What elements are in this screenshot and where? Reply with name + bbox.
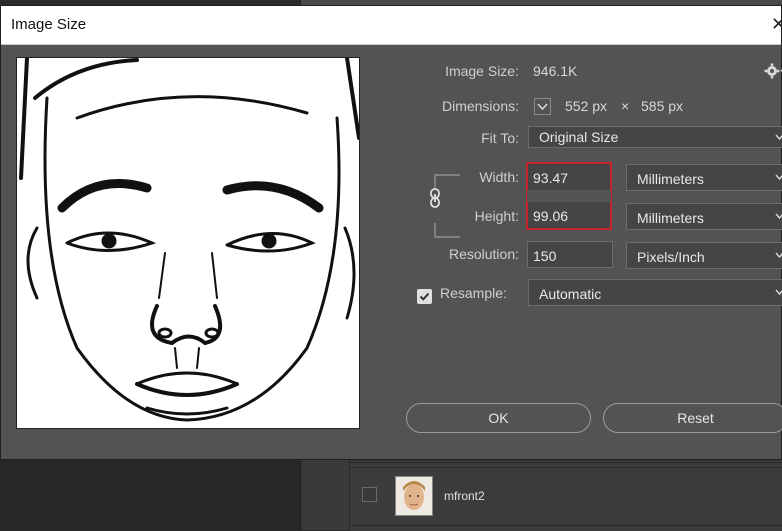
resolution-input[interactable]: 150 <box>527 241 613 268</box>
fit-to-label: Fit To: <box>481 130 519 146</box>
fit-to-select[interactable]: Original Size <box>528 126 782 148</box>
dimensions-times: × <box>621 98 630 114</box>
height-unit-select[interactable]: Millimeters <box>626 203 782 230</box>
link-icon[interactable] <box>427 187 443 209</box>
chevron-down-icon <box>775 252 782 259</box>
image-size-dialog: Image Size ✕ Image Size: 946.1K Dimensio… <box>0 5 782 460</box>
chevron-down-icon <box>775 174 782 181</box>
resolution-value: 150 <box>533 248 557 264</box>
resample-value: Automatic <box>539 286 602 302</box>
resample-label: Resample: <box>440 285 507 301</box>
width-unit-value: Millimeters <box>637 171 704 187</box>
width-unit-select[interactable]: Millimeters <box>626 164 782 191</box>
gear-icon[interactable] <box>764 63 782 79</box>
image-size-value: 946.1K <box>533 63 578 79</box>
dimensions-width: 552 px <box>565 98 608 114</box>
resample-checkbox[interactable] <box>417 289 432 304</box>
dialog-title: Image Size <box>11 16 87 33</box>
chevron-down-icon <box>775 289 782 296</box>
layer-visibility-toggle[interactable] <box>362 487 377 502</box>
reset-button[interactable]: Reset <box>603 403 782 433</box>
dimensions-label: Dimensions: <box>441 98 519 114</box>
width-input[interactable]: 93.47 <box>527 163 611 190</box>
checkmark-icon <box>419 292 430 301</box>
layer-thumbnail <box>395 476 433 516</box>
height-input[interactable]: 99.06 <box>527 202 611 229</box>
resolution-unit-select[interactable]: Pixels/Inch <box>626 242 782 269</box>
dimensions-height: 585 px <box>641 98 684 114</box>
resolution-label: Resolution: <box>448 246 519 262</box>
close-icon[interactable]: ✕ <box>771 14 782 35</box>
height-label: Height: <box>474 208 519 224</box>
resample-select[interactable]: Automatic <box>528 279 782 306</box>
width-label: Width: <box>479 169 519 185</box>
chevron-down-icon <box>775 213 782 220</box>
canvas-area <box>0 458 300 530</box>
height-unit-value: Millimeters <box>637 210 704 226</box>
layer-row[interactable] <box>350 525 782 531</box>
layer-name: mfront2 <box>444 489 485 503</box>
height-value: 99.06 <box>533 208 569 224</box>
chevron-down-icon <box>537 103 548 111</box>
dimensions-units-dropdown[interactable] <box>534 98 551 115</box>
image-size-label: Image Size: <box>445 63 519 79</box>
image-preview[interactable] <box>16 57 360 429</box>
fit-to-value: Original Size <box>539 129 619 145</box>
width-value: 93.47 <box>533 170 569 186</box>
ok-button[interactable]: OK <box>406 403 591 433</box>
chevron-down-icon <box>775 134 782 141</box>
resolution-unit-value: Pixels/Inch <box>637 249 705 265</box>
dialog-titlebar: Image Size ✕ <box>1 6 782 45</box>
layer-row[interactable]: mfront2 <box>350 467 782 526</box>
